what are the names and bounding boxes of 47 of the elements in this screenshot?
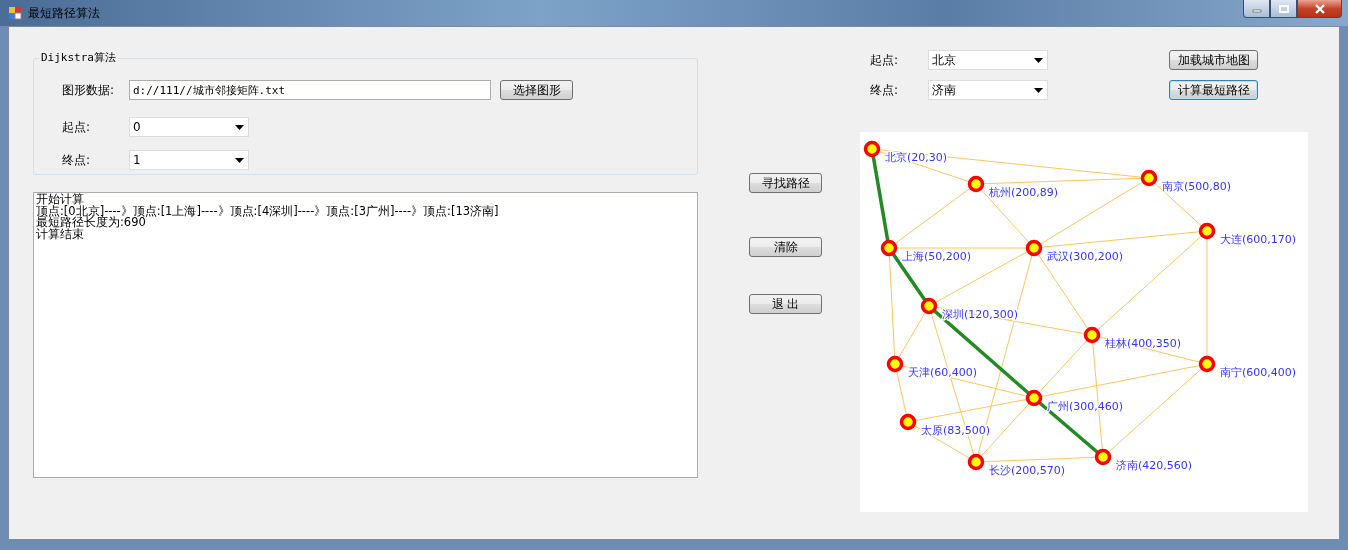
maximize-button[interactable] [1270, 0, 1297, 18]
city-label: 南宁(600,400) [1220, 366, 1297, 379]
city-label: 上海(50,200) [902, 250, 972, 263]
log-line: 顶点:[0北京]----》顶点:[1上海]----》顶点:[4深圳]----》顶点:[3广州]----》顶点:[13济南] [36, 205, 500, 217]
output-box[interactable]: 开始计算 顶点:[0北京]----》顶点:[1上海]----》顶点:[4深圳]----》顶点:[3广州]----》顶点:[13济南] 最短路径长度为:690 计算结束 [33, 192, 698, 478]
load-map-button[interactable]: 加载城市地图 [1169, 50, 1258, 70]
file-path-field[interactable]: d://111//城市邻接矩阵.txt [129, 80, 491, 100]
action-button[interactable]: 清除 [749, 237, 822, 257]
caret-icon [235, 157, 244, 163]
city-label: 武汉(300,200) [1047, 250, 1124, 263]
dropdown[interactable]: 北京 [928, 50, 1048, 70]
dropdown[interactable]: 0 [129, 117, 249, 137]
dropdown[interactable]: 1 [129, 150, 249, 170]
city-label: 济南(420,560) [1116, 459, 1193, 472]
city-label: 太原(83,500) [921, 424, 991, 437]
app-icon [8, 6, 22, 20]
city-label: 南京(500,80) [1162, 180, 1232, 193]
action-button[interactable]: 退 出 [749, 294, 822, 314]
field-label: 起点: [869, 51, 900, 69]
caret-icon [235, 124, 244, 130]
log-line: 开始计算 [36, 194, 84, 206]
node-marker [920, 297, 938, 315]
field-label: 图形数据: [61, 81, 116, 99]
field-label: 终点: [869, 81, 900, 99]
group-title: Dijkstra算法 [39, 50, 118, 65]
minimize-button[interactable] [1243, 0, 1270, 18]
window-title: 最短路径算法 [28, 4, 100, 22]
node-marker [1094, 448, 1112, 466]
maximize-icon [1278, 4, 1289, 13]
log-line: 计算结束 [36, 228, 84, 240]
close-button[interactable] [1297, 0, 1342, 18]
node-marker [880, 239, 898, 257]
compute-button[interactable]: 计算最短路径 [1169, 80, 1258, 100]
node-marker [863, 140, 881, 158]
field-label: 起点: [61, 118, 92, 136]
caret-icon [1034, 87, 1043, 93]
close-icon [1313, 3, 1326, 14]
log-line: 最短路径长度为:690 [36, 217, 146, 229]
caret-icon [1034, 57, 1043, 63]
action-button[interactable]: 寻找路径 [749, 173, 822, 193]
city-label: 大连(600,170) [1220, 233, 1297, 246]
node-marker [1025, 389, 1043, 407]
city-label: 杭州(200,89) [989, 186, 1059, 199]
dropdown[interactable]: 济南 [928, 80, 1048, 100]
field-label: 终点: [61, 151, 92, 169]
choose-button[interactable]: 选择图形 [500, 80, 573, 100]
city-label: 长沙(200,570) [989, 464, 1066, 477]
